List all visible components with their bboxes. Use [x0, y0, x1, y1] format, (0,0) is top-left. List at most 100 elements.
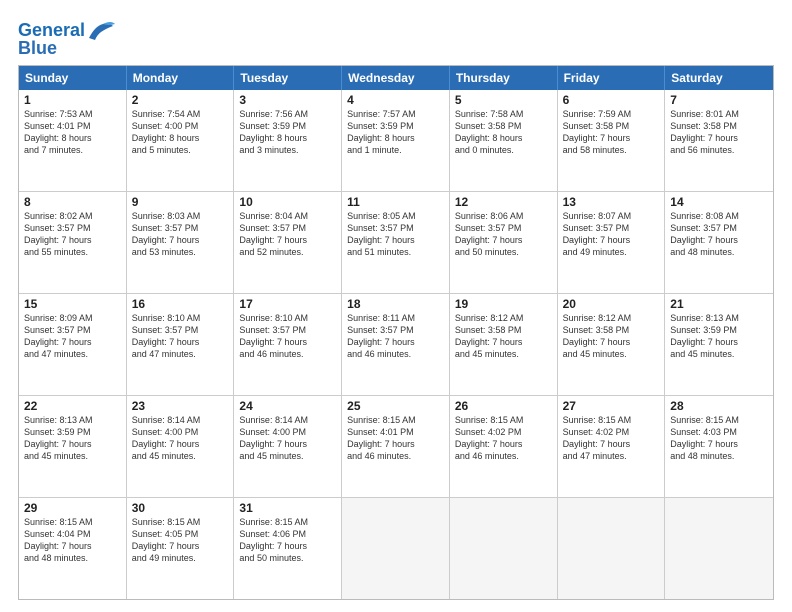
- day-number: 15: [24, 297, 121, 311]
- calendar-cell: 14Sunrise: 8:08 AMSunset: 3:57 PMDayligh…: [665, 192, 773, 293]
- day-number: 29: [24, 501, 121, 515]
- logo-text: General Blue: [18, 20, 115, 59]
- header-day-thursday: Thursday: [450, 66, 558, 90]
- day-number: 17: [239, 297, 336, 311]
- calendar-body: 1Sunrise: 7:53 AMSunset: 4:01 PMDaylight…: [19, 90, 773, 599]
- calendar-cell: 19Sunrise: 8:12 AMSunset: 3:58 PMDayligh…: [450, 294, 558, 395]
- calendar-row: 22Sunrise: 8:13 AMSunset: 3:59 PMDayligh…: [19, 396, 773, 498]
- day-number: 4: [347, 93, 444, 107]
- calendar-row: 8Sunrise: 8:02 AMSunset: 3:57 PMDaylight…: [19, 192, 773, 294]
- calendar-cell: 21Sunrise: 8:13 AMSunset: 3:59 PMDayligh…: [665, 294, 773, 395]
- day-number: 11: [347, 195, 444, 209]
- calendar-cell: 5Sunrise: 7:58 AMSunset: 3:58 PMDaylight…: [450, 90, 558, 191]
- header-day-monday: Monday: [127, 66, 235, 90]
- calendar-cell: [342, 498, 450, 599]
- calendar-row: 1Sunrise: 7:53 AMSunset: 4:01 PMDaylight…: [19, 90, 773, 192]
- cell-details: Sunrise: 8:13 AMSunset: 3:59 PMDaylight:…: [24, 414, 121, 463]
- cell-details: Sunrise: 8:14 AMSunset: 4:00 PMDaylight:…: [239, 414, 336, 463]
- cell-details: Sunrise: 8:15 AMSunset: 4:02 PMDaylight:…: [455, 414, 552, 463]
- cell-details: Sunrise: 8:11 AMSunset: 3:57 PMDaylight:…: [347, 312, 444, 361]
- calendar-cell: 24Sunrise: 8:14 AMSunset: 4:00 PMDayligh…: [234, 396, 342, 497]
- cell-details: Sunrise: 8:15 AMSunset: 4:06 PMDaylight:…: [239, 516, 336, 565]
- calendar-cell: 31Sunrise: 8:15 AMSunset: 4:06 PMDayligh…: [234, 498, 342, 599]
- calendar-cell: 25Sunrise: 8:15 AMSunset: 4:01 PMDayligh…: [342, 396, 450, 497]
- calendar-row: 15Sunrise: 8:09 AMSunset: 3:57 PMDayligh…: [19, 294, 773, 396]
- day-number: 26: [455, 399, 552, 413]
- calendar-cell: 16Sunrise: 8:10 AMSunset: 3:57 PMDayligh…: [127, 294, 235, 395]
- header-day-sunday: Sunday: [19, 66, 127, 90]
- calendar-cell: 7Sunrise: 8:01 AMSunset: 3:58 PMDaylight…: [665, 90, 773, 191]
- calendar-cell: 6Sunrise: 7:59 AMSunset: 3:58 PMDaylight…: [558, 90, 666, 191]
- calendar-cell: [450, 498, 558, 599]
- cell-details: Sunrise: 8:15 AMSunset: 4:01 PMDaylight:…: [347, 414, 444, 463]
- calendar-cell: 1Sunrise: 7:53 AMSunset: 4:01 PMDaylight…: [19, 90, 127, 191]
- header-day-tuesday: Tuesday: [234, 66, 342, 90]
- calendar: SundayMondayTuesdayWednesdayThursdayFrid…: [18, 65, 774, 600]
- calendar-cell: 3Sunrise: 7:56 AMSunset: 3:59 PMDaylight…: [234, 90, 342, 191]
- calendar-cell: 11Sunrise: 8:05 AMSunset: 3:57 PMDayligh…: [342, 192, 450, 293]
- day-number: 16: [132, 297, 229, 311]
- cell-details: Sunrise: 8:07 AMSunset: 3:57 PMDaylight:…: [563, 210, 660, 259]
- calendar-cell: 26Sunrise: 8:15 AMSunset: 4:02 PMDayligh…: [450, 396, 558, 497]
- calendar-cell: 28Sunrise: 8:15 AMSunset: 4:03 PMDayligh…: [665, 396, 773, 497]
- cell-details: Sunrise: 8:15 AMSunset: 4:04 PMDaylight:…: [24, 516, 121, 565]
- day-number: 13: [563, 195, 660, 209]
- calendar-cell: 22Sunrise: 8:13 AMSunset: 3:59 PMDayligh…: [19, 396, 127, 497]
- header: General Blue: [18, 16, 774, 59]
- calendar-cell: 4Sunrise: 7:57 AMSunset: 3:59 PMDaylight…: [342, 90, 450, 191]
- cell-details: Sunrise: 8:01 AMSunset: 3:58 PMDaylight:…: [670, 108, 768, 157]
- cell-details: Sunrise: 8:15 AMSunset: 4:05 PMDaylight:…: [132, 516, 229, 565]
- day-number: 19: [455, 297, 552, 311]
- cell-details: Sunrise: 8:12 AMSunset: 3:58 PMDaylight:…: [563, 312, 660, 361]
- cell-details: Sunrise: 7:59 AMSunset: 3:58 PMDaylight:…: [563, 108, 660, 157]
- calendar-cell: 2Sunrise: 7:54 AMSunset: 4:00 PMDaylight…: [127, 90, 235, 191]
- day-number: 14: [670, 195, 768, 209]
- cell-details: Sunrise: 8:10 AMSunset: 3:57 PMDaylight:…: [132, 312, 229, 361]
- day-number: 31: [239, 501, 336, 515]
- day-number: 27: [563, 399, 660, 413]
- day-number: 3: [239, 93, 336, 107]
- day-number: 9: [132, 195, 229, 209]
- calendar-header: SundayMondayTuesdayWednesdayThursdayFrid…: [19, 66, 773, 90]
- cell-details: Sunrise: 8:12 AMSunset: 3:58 PMDaylight:…: [455, 312, 552, 361]
- day-number: 23: [132, 399, 229, 413]
- cell-details: Sunrise: 7:58 AMSunset: 3:58 PMDaylight:…: [455, 108, 552, 157]
- header-day-wednesday: Wednesday: [342, 66, 450, 90]
- cell-details: Sunrise: 8:09 AMSunset: 3:57 PMDaylight:…: [24, 312, 121, 361]
- calendar-cell: [558, 498, 666, 599]
- calendar-cell: [665, 498, 773, 599]
- calendar-cell: 18Sunrise: 8:11 AMSunset: 3:57 PMDayligh…: [342, 294, 450, 395]
- day-number: 10: [239, 195, 336, 209]
- cell-details: Sunrise: 7:54 AMSunset: 4:00 PMDaylight:…: [132, 108, 229, 157]
- cell-details: Sunrise: 7:53 AMSunset: 4:01 PMDaylight:…: [24, 108, 121, 157]
- cell-details: Sunrise: 8:04 AMSunset: 3:57 PMDaylight:…: [239, 210, 336, 259]
- day-number: 2: [132, 93, 229, 107]
- cell-details: Sunrise: 8:05 AMSunset: 3:57 PMDaylight:…: [347, 210, 444, 259]
- cell-details: Sunrise: 8:14 AMSunset: 4:00 PMDaylight:…: [132, 414, 229, 463]
- cell-details: Sunrise: 7:57 AMSunset: 3:59 PMDaylight:…: [347, 108, 444, 157]
- day-number: 22: [24, 399, 121, 413]
- logo-bird-icon: [87, 20, 115, 42]
- cell-details: Sunrise: 8:02 AMSunset: 3:57 PMDaylight:…: [24, 210, 121, 259]
- calendar-cell: 17Sunrise: 8:10 AMSunset: 3:57 PMDayligh…: [234, 294, 342, 395]
- day-number: 1: [24, 93, 121, 107]
- day-number: 5: [455, 93, 552, 107]
- calendar-cell: 9Sunrise: 8:03 AMSunset: 3:57 PMDaylight…: [127, 192, 235, 293]
- day-number: 21: [670, 297, 768, 311]
- cell-details: Sunrise: 8:15 AMSunset: 4:02 PMDaylight:…: [563, 414, 660, 463]
- calendar-cell: 13Sunrise: 8:07 AMSunset: 3:57 PMDayligh…: [558, 192, 666, 293]
- calendar-row: 29Sunrise: 8:15 AMSunset: 4:04 PMDayligh…: [19, 498, 773, 599]
- calendar-cell: 20Sunrise: 8:12 AMSunset: 3:58 PMDayligh…: [558, 294, 666, 395]
- calendar-cell: 27Sunrise: 8:15 AMSunset: 4:02 PMDayligh…: [558, 396, 666, 497]
- header-day-saturday: Saturday: [665, 66, 773, 90]
- day-number: 8: [24, 195, 121, 209]
- cell-details: Sunrise: 8:08 AMSunset: 3:57 PMDaylight:…: [670, 210, 768, 259]
- cell-details: Sunrise: 8:06 AMSunset: 3:57 PMDaylight:…: [455, 210, 552, 259]
- calendar-cell: 23Sunrise: 8:14 AMSunset: 4:00 PMDayligh…: [127, 396, 235, 497]
- calendar-cell: 10Sunrise: 8:04 AMSunset: 3:57 PMDayligh…: [234, 192, 342, 293]
- day-number: 24: [239, 399, 336, 413]
- cell-details: Sunrise: 7:56 AMSunset: 3:59 PMDaylight:…: [239, 108, 336, 157]
- calendar-cell: 8Sunrise: 8:02 AMSunset: 3:57 PMDaylight…: [19, 192, 127, 293]
- day-number: 20: [563, 297, 660, 311]
- day-number: 28: [670, 399, 768, 413]
